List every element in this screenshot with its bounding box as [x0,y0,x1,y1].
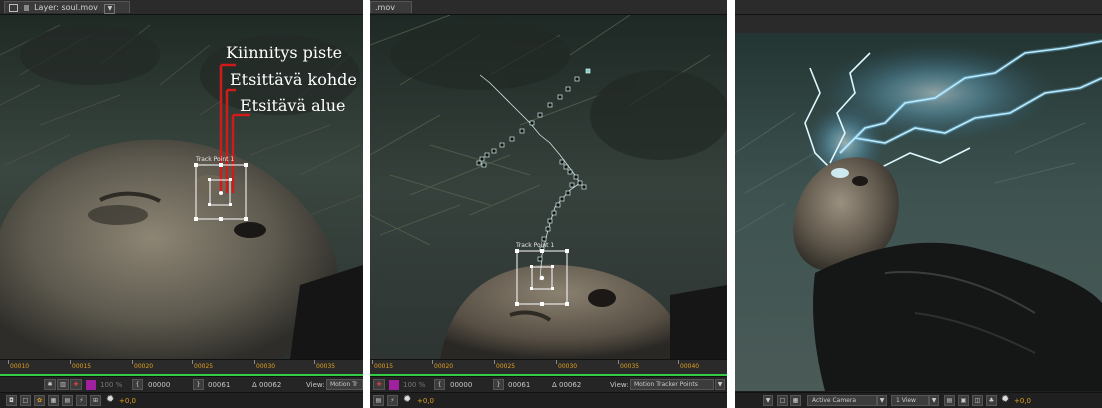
viewer-toolbar: ▤ ⚡ ✹ +0,0 [370,392,727,408]
track-point-label: Track Point 1 [196,156,235,163]
label-search-region: Etsitävä alue [240,96,346,115]
annotation-overlay [194,63,250,221]
resolution-icon[interactable]: ⊞ [90,395,101,406]
composite-frame [735,33,1102,391]
comp-toolbar: ▼ □ ▦ Active Camera ▼ 1 View ▼ ▤ ▣ ◫ ♣ ✹… [735,392,1102,408]
view-label: View: [610,381,629,389]
exposure-value[interactable]: +0,0 [1014,393,1031,408]
zoom-value[interactable]: 100 % [403,377,425,393]
layer-controls: ✱ ▥ ✚ 100 % { 00000 } 00061 Δ 00062 View… [0,376,363,393]
set-in-icon[interactable]: { [434,379,445,390]
exposure-value[interactable]: +0,0 [119,393,136,408]
out-time[interactable]: 00061 [208,377,230,393]
layer-tab[interactable]: .mov ▼ × [370,1,412,26]
color-picker-icon[interactable]: ✿ [34,395,45,406]
view-label: View: [306,381,325,389]
layer-controls: ✚ 100 % { 00000 } 00061 Δ 00062 View: Mo… [370,376,727,393]
view-layout-dropdown[interactable]: 1 View [891,395,929,406]
exposure-icon[interactable]: ✹ [403,394,411,405]
toggle-pixel-aspect-icon[interactable]: ▤ [944,395,955,406]
set-in-icon[interactable]: { [132,379,143,390]
camera-dropdown[interactable]: Active Camera [807,395,877,406]
transparency-grid-icon[interactable]: ▦ [48,395,59,406]
grid-icon[interactable]: ▤ [373,395,384,406]
zoom-value[interactable]: 100 % [100,377,122,393]
attach-point[interactable] [219,191,223,195]
fast-preview-icon[interactable]: ▣ [958,395,969,406]
layer-lock-icon [23,4,29,11]
tab-bar: Layer: soul.mov ▼ × [0,0,363,24]
layer-tab-label: Layer: soul.mov [34,3,98,12]
chevron-down-icon[interactable]: ▼ [763,395,773,406]
track-point-label: Track Point 1 [516,242,555,249]
layer-panel-1: Layer: soul.mov ▼ × [0,0,363,408]
label-color-swatch[interactable] [389,380,399,390]
attach-point[interactable] [539,275,545,281]
duration: Δ 00062 [252,381,282,389]
viewer-canvas[interactable]: Track Point 1 [370,14,727,359]
viewer-toolbar: ◘ □ ✿ ▦ ▤ ⚡ ⊞ ✹ +0,0 [0,392,363,408]
tab-dropdown-icon[interactable]: ▼ [104,4,116,14]
color-channel-icon[interactable]: ✚ [373,379,385,390]
time-ruler[interactable]: 00010 00015 00020 00025 00030 00035 [0,359,363,376]
camera-icon[interactable]: ◘ [6,395,17,406]
chevron-down-icon[interactable]: ▼ [877,395,887,406]
in-time[interactable]: 00000 [450,377,472,393]
label-attach-point: Kiinnitys piste [226,43,343,62]
layer-tab[interactable]: Layer: soul.mov ▼ × [4,1,130,24]
tab-bar [735,0,1102,15]
fast-preview-icon[interactable]: ⚡ [387,395,398,406]
in-time[interactable]: 00000 [148,377,170,393]
duration: Δ 00062 [552,381,582,389]
fast-preview-icon[interactable]: ⚡ [76,395,87,406]
flowchart-icon[interactable]: ♣ [986,395,997,406]
timeline-icon[interactable]: ◫ [972,395,983,406]
time-ruler[interactable]: 00015 00020 00025 00030 00035 00040 [370,359,727,376]
alpha-icon[interactable]: ▥ [57,379,69,390]
layer-panel-2: .mov ▼ × [370,0,727,408]
set-out-icon[interactable]: } [193,379,204,390]
transparency-grid-icon[interactable]: ▦ [790,395,801,406]
view-dropdown[interactable]: Motion Tracker Points [630,379,714,390]
region-icon[interactable]: □ [777,395,788,406]
composition-panel: ▼ □ ▦ Active Camera ▼ 1 View ▼ ▤ ▣ ◫ ♣ ✹… [735,0,1102,408]
chevron-down-icon[interactable]: ▼ [715,379,725,390]
layer-icon [9,3,18,12]
grid-icon[interactable]: ▤ [62,395,73,406]
set-out-icon[interactable]: } [493,379,504,390]
viewer-canvas[interactable] [735,33,1102,391]
figure-icon[interactable]: ✱ [44,379,56,390]
viewer-canvas[interactable]: Kiinnitys piste Etsittävä kohde Etsitävä… [0,15,363,359]
keyframe-markers[interactable] [476,68,591,262]
region-icon[interactable]: □ [20,395,31,406]
view-dropdown[interactable]: Motion Tr [326,379,363,390]
out-time[interactable]: 00061 [508,377,530,393]
exposure-value[interactable]: +0,0 [417,393,434,408]
color-channel-icon[interactable]: ✚ [70,379,82,390]
tab-bar: .mov ▼ × [370,0,727,26]
tracker-overlay [476,68,591,306]
layer-tab-label: .mov [375,3,395,12]
exposure-icon[interactable]: ✹ [1001,394,1009,405]
chevron-down-icon[interactable]: ▼ [929,395,939,406]
panel-header [735,15,1102,33]
exposure-icon[interactable]: ✹ [106,394,114,405]
label-color-swatch[interactable] [86,380,96,390]
label-feature-region: Etsittävä kohde [230,70,357,89]
